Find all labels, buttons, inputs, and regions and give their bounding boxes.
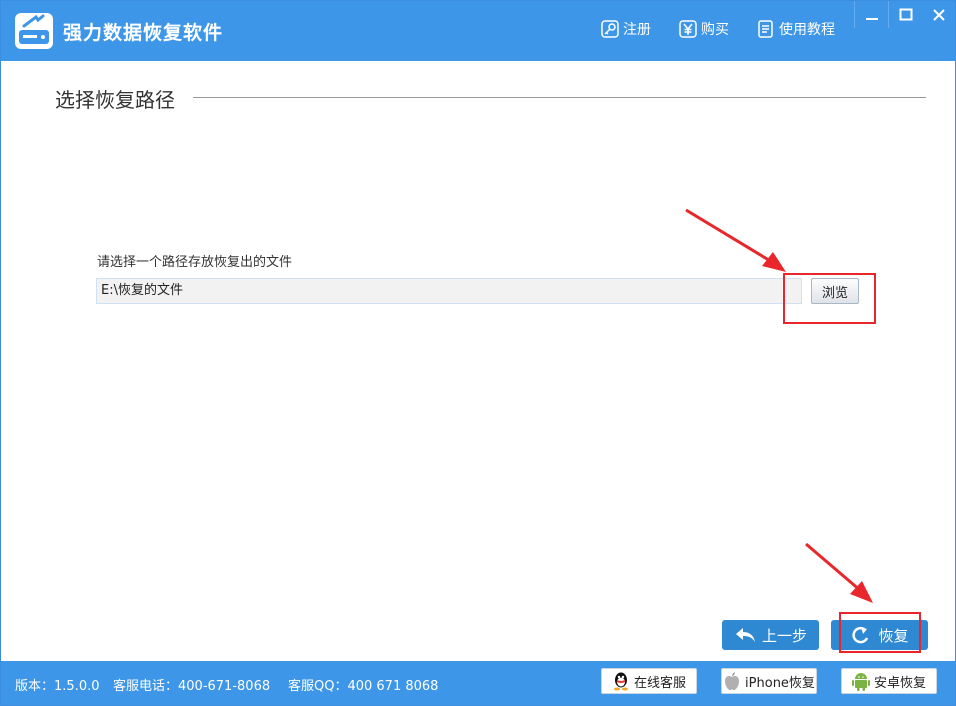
phone-label: 客服电话：: [113, 679, 178, 694]
path-label: 请选择一个路径存放恢复出的文件: [97, 251, 292, 270]
apple-icon: [723, 671, 741, 691]
tutorial-link[interactable]: 使用教程: [757, 19, 835, 39]
qq-info: 客服QQ：400 671 8068: [288, 675, 438, 694]
android-icon: [852, 671, 870, 691]
section-divider: [193, 97, 926, 98]
back-button[interactable]: 上一步: [722, 620, 819, 650]
online-service-button[interactable]: 在线客服: [601, 668, 697, 694]
highlight-box-recover: [839, 612, 921, 653]
highlight-box-browse: [783, 273, 876, 324]
buy-link[interactable]: 购买: [679, 19, 729, 39]
iphone-recovery-label: iPhone恢复: [745, 672, 815, 691]
version-value: 1.5.0.0: [54, 679, 99, 694]
phone-info: 客服电话：400-671-8068: [113, 675, 270, 694]
section-title: 选择恢复路径: [55, 84, 175, 113]
qq-value: 400 671 8068: [347, 679, 438, 694]
register-link[interactable]: 注册: [601, 19, 651, 39]
online-service-label: 在线客服: [634, 672, 686, 691]
android-recovery-label: 安卓恢复: [874, 672, 926, 691]
title-bar: 强力数据恢复软件 注册 购买 使用教程: [1, 1, 955, 61]
close-button[interactable]: [922, 1, 955, 28]
qq-label: 客服QQ：: [288, 679, 347, 694]
disk-logo-icon: [14, 12, 54, 50]
android-recovery-button[interactable]: 安卓恢复: [841, 668, 937, 694]
back-arrow-icon: [734, 626, 756, 644]
key-icon: [601, 20, 619, 38]
status-bar: 版本：1.5.0.0 客服电话：400-671-8068 客服QQ：400 67…: [1, 661, 955, 705]
buy-label: 购买: [701, 19, 729, 39]
phone-value: 400-671-8068: [178, 679, 270, 694]
path-input[interactable]: E:\恢复的文件: [96, 278, 802, 304]
version-label: 版本：: [15, 679, 54, 694]
maximize-button[interactable]: [888, 1, 922, 28]
qq-penguin-icon: [612, 671, 630, 691]
app-title: 强力数据恢复软件: [63, 18, 223, 45]
window-controls: [854, 1, 955, 28]
minimize-icon: [865, 8, 879, 22]
close-icon: [932, 8, 946, 22]
document-icon: [757, 20, 775, 38]
iphone-recovery-button[interactable]: iPhone恢复: [721, 668, 817, 694]
back-label: 上一步: [762, 625, 807, 646]
minimize-button[interactable]: [854, 1, 888, 28]
app-window: 强力数据恢复软件 注册 购买 使用教程: [0, 0, 956, 706]
yen-icon: [679, 20, 697, 38]
version-info: 版本：1.5.0.0: [15, 675, 100, 694]
register-label: 注册: [623, 19, 651, 39]
tutorial-label: 使用教程: [779, 19, 835, 39]
maximize-icon: [899, 8, 913, 22]
